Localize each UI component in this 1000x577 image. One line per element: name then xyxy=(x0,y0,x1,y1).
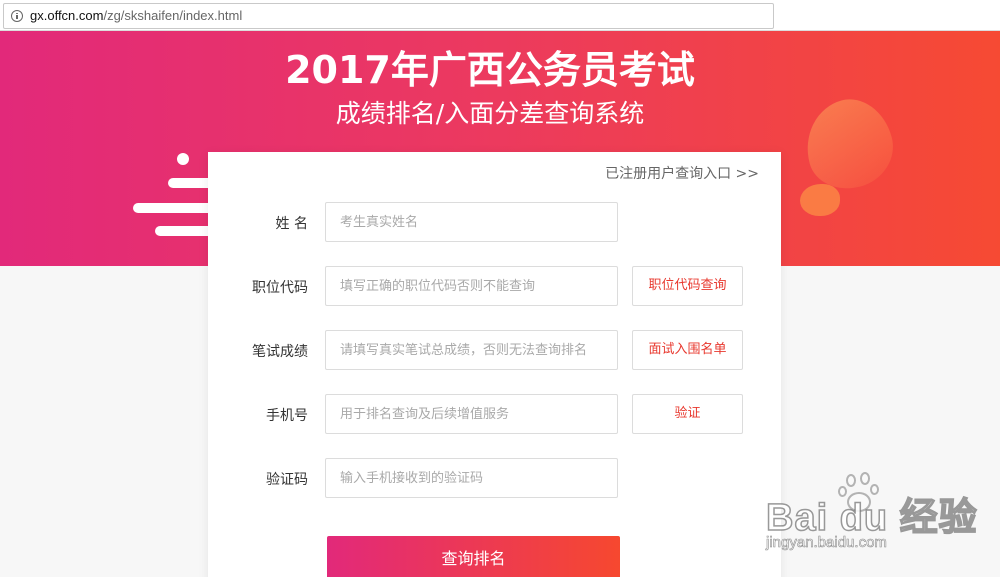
url-text[interactable]: gx.offcn.com/zg/skshaifen/index.html xyxy=(30,8,242,23)
verification-code-label: 验证码 xyxy=(266,472,308,488)
position-code-label: 职位代码 xyxy=(252,280,308,296)
position-code-input[interactable] xyxy=(325,266,618,306)
url-field[interactable]: gx.offcn.com/zg/skshaifen/index.html xyxy=(3,3,774,29)
baidu-jingyan-watermark: Bai du 经验 jingyan.baidu.com xyxy=(765,470,977,560)
decorative-blob-small xyxy=(800,184,840,216)
form-row-written-score: 笔试成绩 面试入围名单 xyxy=(208,330,781,370)
url-path: /zg/skshaifen/index.html xyxy=(103,8,243,23)
watermark-logo: Bai du 经验 xyxy=(765,496,978,540)
name-label: 姓 名 xyxy=(275,216,308,232)
name-input[interactable] xyxy=(325,202,618,242)
page-subtitle: 成绩排名/入面分差查询系统 xyxy=(335,99,645,128)
query-form-card: 已注册用户查询入口 >> 姓 名 职位代码 职位代码查询 笔试成绩 面试入围名单… xyxy=(208,152,781,577)
written-score-label: 笔试成绩 xyxy=(252,344,308,360)
decorative-dot xyxy=(177,153,189,165)
written-score-input[interactable] xyxy=(325,330,618,370)
form-row-phone: 手机号 验证 xyxy=(208,394,781,434)
phone-input[interactable] xyxy=(325,394,618,434)
verify-button[interactable]: 验证 xyxy=(632,394,743,434)
interview-list-button[interactable]: 面试入围名单 xyxy=(632,330,743,370)
form-row-position-code: 职位代码 职位代码查询 xyxy=(208,266,781,306)
info-icon[interactable] xyxy=(11,10,23,22)
url-host: gx.offcn.com xyxy=(30,8,104,23)
position-code-lookup-button[interactable]: 职位代码查询 xyxy=(632,266,743,306)
phone-label: 手机号 xyxy=(266,408,308,424)
form-row-verification-code: 验证码 xyxy=(208,458,781,498)
browser-address-bar: gx.offcn.com/zg/skshaifen/index.html xyxy=(0,0,1000,31)
query-ranking-button[interactable]: 查询排名 xyxy=(327,536,620,577)
registered-user-link[interactable]: 已注册用户查询入口 >> xyxy=(605,163,759,183)
form-row-name: 姓 名 xyxy=(208,202,781,242)
verification-code-input[interactable] xyxy=(325,458,618,498)
page-title: 2017年广西公务员考试 xyxy=(285,48,695,92)
watermark-url: jingyan.baidu.com xyxy=(766,534,888,552)
